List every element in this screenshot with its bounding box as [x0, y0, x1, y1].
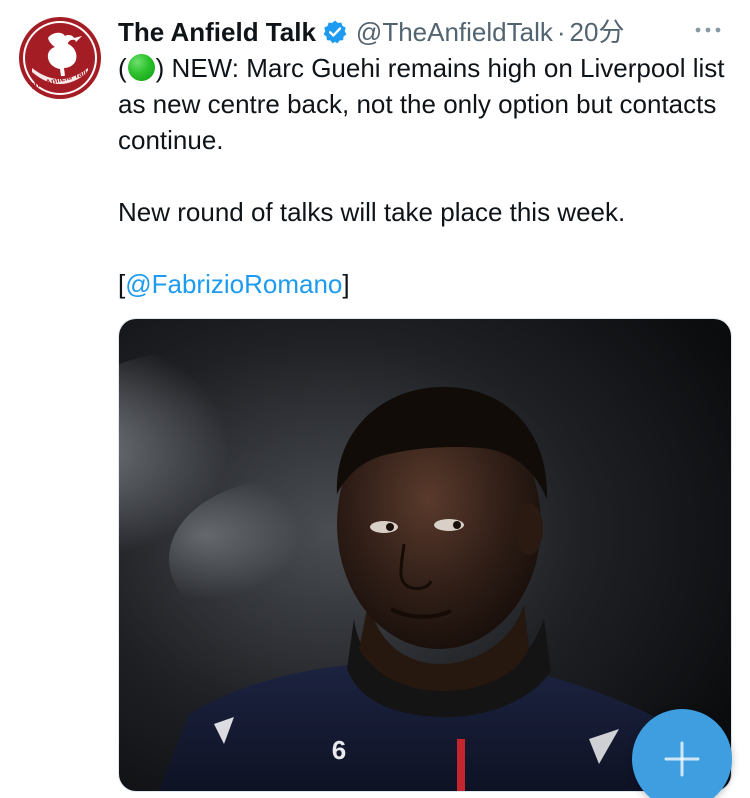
tweet-card[interactable]: The Anfield Talk The Anfield Talk @TheAn…	[0, 0, 750, 798]
verified-badge-icon	[322, 19, 348, 45]
tweet-paragraph-1: () NEW: Marc Guehi remains high on Liver…	[118, 50, 728, 158]
tweet-line-rest: ) NEW: Marc Guehi remains high on Liverp…	[118, 53, 725, 155]
mention-link[interactable]: @FabrizioRomano	[125, 269, 342, 299]
display-name[interactable]: The Anfield Talk	[118, 15, 316, 49]
more-options-icon[interactable]	[692, 18, 724, 42]
tweet-header: The Anfield Talk @TheAnfieldTalk · 20分	[118, 14, 730, 50]
player-photo: 6	[119, 319, 731, 791]
avatar[interactable]: The Anfield Talk	[18, 16, 102, 100]
tweet-media-image[interactable]: 6	[118, 318, 732, 792]
tweet-paragraph-2: New round of talks will take place this …	[118, 197, 626, 227]
timestamp[interactable]: 20分	[570, 15, 625, 49]
green-circle-emoji-icon	[127, 54, 155, 81]
shirt-number: 6	[332, 735, 346, 765]
account-handle[interactable]: @TheAnfieldTalk	[356, 15, 553, 49]
liver-bird-logo-icon: The Anfield Talk	[19, 17, 101, 99]
bracket-close: ]	[342, 269, 350, 299]
tweet-text: () NEW: Marc Guehi remains high on Liver…	[118, 50, 728, 302]
paren-open: (	[118, 53, 127, 83]
separator-dot: ·	[556, 17, 566, 47]
compose-button[interactable]	[632, 709, 732, 798]
tweet-source: [@FabrizioRomano]	[118, 266, 728, 302]
plus-icon	[664, 741, 700, 777]
